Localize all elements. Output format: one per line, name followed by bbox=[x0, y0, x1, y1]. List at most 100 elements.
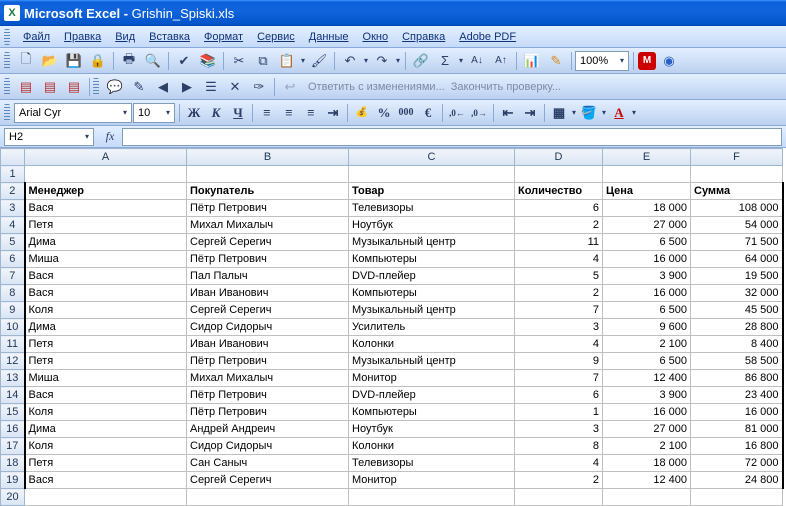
cell[interactable]: 16 000 bbox=[691, 404, 783, 421]
cell[interactable]: 18 000 bbox=[603, 200, 691, 217]
row-header[interactable]: 12 bbox=[1, 353, 25, 370]
cell[interactable]: Михал Михалыч bbox=[187, 370, 349, 387]
cell[interactable]: Пётр Петрович bbox=[187, 251, 349, 268]
cell[interactable]: 16 000 bbox=[603, 404, 691, 421]
font-name-combo[interactable]: Arial Cyr▾ bbox=[14, 103, 132, 123]
col-header-C[interactable]: C bbox=[349, 149, 515, 166]
cell[interactable]: Вася bbox=[25, 200, 187, 217]
cell[interactable]: 11 bbox=[515, 234, 603, 251]
row-header[interactable]: 2 bbox=[1, 183, 25, 200]
chevron-down-icon[interactable]: ▾ bbox=[299, 56, 307, 65]
menu-help[interactable]: Справка bbox=[395, 29, 452, 45]
align-right-icon[interactable]: ≡ bbox=[300, 102, 322, 124]
cell[interactable]: Покупатель bbox=[187, 183, 349, 200]
print-icon[interactable]: 🖶 bbox=[118, 50, 140, 72]
row-header[interactable]: 19 bbox=[1, 472, 25, 489]
euro-icon[interactable]: € bbox=[417, 102, 439, 124]
cell[interactable]: Коля bbox=[25, 302, 187, 319]
cell[interactable]: 3 bbox=[515, 319, 603, 336]
cell[interactable]: Петя bbox=[25, 336, 187, 353]
font-color-icon[interactable]: A bbox=[608, 102, 630, 124]
italic-button[interactable]: К bbox=[205, 102, 227, 124]
cell[interactable]: 16 800 bbox=[691, 438, 783, 455]
cell[interactable]: 2 100 bbox=[603, 336, 691, 353]
align-center-icon[interactable]: ≡ bbox=[278, 102, 300, 124]
row-header[interactable]: 5 bbox=[1, 234, 25, 251]
cell[interactable]: Колонки bbox=[349, 336, 515, 353]
chart-icon[interactable]: 📊 bbox=[521, 50, 543, 72]
chevron-down-icon[interactable]: ▾ bbox=[630, 108, 638, 117]
cell[interactable]: Дима bbox=[25, 421, 187, 438]
cell[interactable]: 58 500 bbox=[691, 353, 783, 370]
cell[interactable]: Сидор Сидорыч bbox=[187, 319, 349, 336]
col-header-B[interactable]: B bbox=[187, 149, 349, 166]
row-header[interactable]: 8 bbox=[1, 285, 25, 302]
cell[interactable]: 72 000 bbox=[691, 455, 783, 472]
cell[interactable]: Миша bbox=[25, 251, 187, 268]
cell[interactable]: 6 500 bbox=[603, 234, 691, 251]
chevron-down-icon[interactable]: ▾ bbox=[570, 108, 578, 117]
hyperlink-icon[interactable]: 🔗 bbox=[410, 50, 432, 72]
row-header[interactable]: 1 bbox=[1, 166, 25, 183]
row-header[interactable]: 4 bbox=[1, 217, 25, 234]
menu-window[interactable]: Окно bbox=[356, 29, 396, 45]
cell[interactable]: Дима bbox=[25, 319, 187, 336]
cell[interactable]: 71 500 bbox=[691, 234, 783, 251]
col-header-F[interactable]: F bbox=[691, 149, 783, 166]
cell[interactable]: Вася bbox=[25, 387, 187, 404]
percent-icon[interactable]: % bbox=[373, 102, 395, 124]
cut-icon[interactable]: ✂ bbox=[228, 50, 250, 72]
comment-edit-icon[interactable]: ✎ bbox=[128, 76, 150, 98]
comment-delete-icon[interactable]: ✕ bbox=[224, 76, 246, 98]
ink-icon[interactable]: ✑ bbox=[248, 76, 270, 98]
cell[interactable]: 8 bbox=[515, 438, 603, 455]
row-header[interactable]: 18 bbox=[1, 455, 25, 472]
menu-view[interactable]: Вид bbox=[108, 29, 142, 45]
cell[interactable]: 4 bbox=[515, 455, 603, 472]
menu-file[interactable]: Файл bbox=[16, 29, 57, 45]
row-header[interactable]: 10 bbox=[1, 319, 25, 336]
cell[interactable]: Сан Саныч bbox=[187, 455, 349, 472]
cell[interactable]: 3 bbox=[515, 421, 603, 438]
cell[interactable]: Андрей Андреич bbox=[187, 421, 349, 438]
cell[interactable] bbox=[349, 166, 515, 183]
cell[interactable]: 12 400 bbox=[603, 472, 691, 489]
col-header-A[interactable]: A bbox=[25, 149, 187, 166]
cell[interactable]: 27 000 bbox=[603, 217, 691, 234]
cell[interactable]: Дима bbox=[25, 234, 187, 251]
pdf-mail-icon[interactable]: ▤ bbox=[39, 76, 61, 98]
cell[interactable] bbox=[187, 166, 349, 183]
cell[interactable]: 2 bbox=[515, 217, 603, 234]
row-header[interactable]: 9 bbox=[1, 302, 25, 319]
increase-decimal-icon[interactable]: ,0← bbox=[446, 102, 468, 124]
cell[interactable]: 108 000 bbox=[691, 200, 783, 217]
cell[interactable]: Товар bbox=[349, 183, 515, 200]
increase-indent-icon[interactable]: ⇥ bbox=[519, 102, 541, 124]
redo-icon[interactable]: ↷ bbox=[371, 50, 393, 72]
cell[interactable]: Ноутбук bbox=[349, 217, 515, 234]
cell[interactable]: 18 000 bbox=[603, 455, 691, 472]
drawing-icon[interactable]: ✎ bbox=[545, 50, 567, 72]
cell[interactable]: 9 600 bbox=[603, 319, 691, 336]
copy-icon[interactable]: ⧉ bbox=[252, 50, 274, 72]
print-preview-icon[interactable]: 🔍 bbox=[142, 50, 164, 72]
col-header-D[interactable]: D bbox=[515, 149, 603, 166]
cell[interactable]: 45 500 bbox=[691, 302, 783, 319]
menu-format[interactable]: Формат bbox=[197, 29, 250, 45]
cell[interactable]: 24 800 bbox=[691, 472, 783, 489]
fill-color-icon[interactable]: 🪣 bbox=[578, 102, 600, 124]
row-header[interactable]: 15 bbox=[1, 404, 25, 421]
menu-edit[interactable]: Правка bbox=[57, 29, 108, 45]
cell[interactable]: Петя bbox=[25, 217, 187, 234]
save-icon[interactable]: 💾 bbox=[63, 50, 85, 72]
cell[interactable]: Пётр Петрович bbox=[187, 353, 349, 370]
cell[interactable]: Сергей Серегич bbox=[187, 234, 349, 251]
cell[interactable]: Сергей Серегич bbox=[187, 302, 349, 319]
cell[interactable]: 23 400 bbox=[691, 387, 783, 404]
cell[interactable]: 12 400 bbox=[603, 370, 691, 387]
cell[interactable]: 86 800 bbox=[691, 370, 783, 387]
open-icon[interactable]: 📂 bbox=[39, 50, 61, 72]
cell[interactable]: 4 bbox=[515, 251, 603, 268]
cell[interactable]: Цена bbox=[603, 183, 691, 200]
cell[interactable]: Сергей Серегич bbox=[187, 472, 349, 489]
